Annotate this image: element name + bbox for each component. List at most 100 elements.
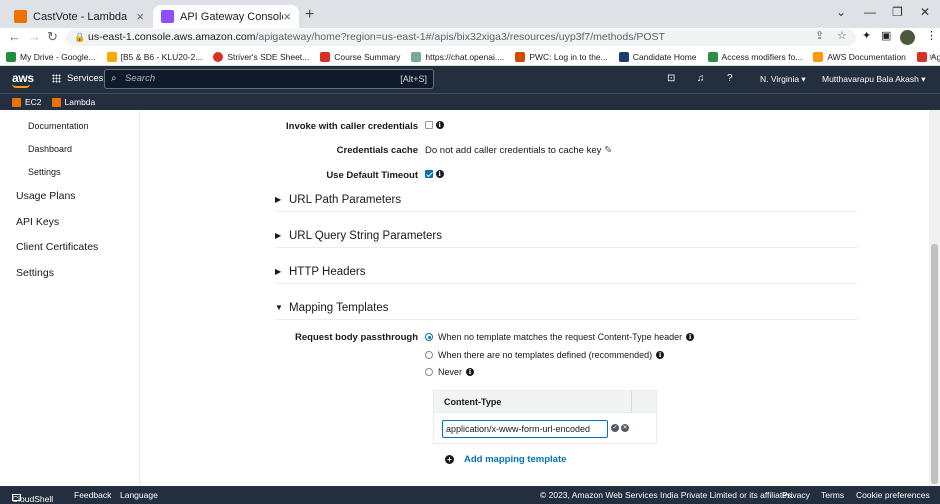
info-icon[interactable]: i bbox=[656, 351, 665, 359]
invoke-credentials-checkbox[interactable] bbox=[425, 121, 433, 130]
bookmark-item[interactable]: Course Summary bbox=[320, 51, 400, 62]
feedback-link[interactable]: Feedback bbox=[74, 490, 111, 500]
console-search-input[interactable]: ⌕ Search [Alt+S] bbox=[104, 69, 434, 89]
bookmark-item[interactable]: PWC: Log in to the... bbox=[515, 51, 608, 62]
redhat-icon bbox=[320, 51, 331, 62]
sidebar-item-settings[interactable]: Settings bbox=[28, 167, 61, 177]
caret-right-icon: ▶ bbox=[275, 195, 282, 204]
edit-pencil-icon[interactable]: ✎ bbox=[604, 145, 612, 156]
radio-unselected[interactable] bbox=[425, 351, 433, 359]
confirm-check-icon[interactable]: ✓ bbox=[611, 424, 619, 432]
favorite-lambda[interactable]: Lambda bbox=[51, 97, 95, 107]
reload-icon[interactable]: ↻ bbox=[47, 29, 58, 45]
column-divider bbox=[631, 391, 632, 413]
sidebar-item-settings-main[interactable]: Settings bbox=[16, 267, 54, 279]
default-timeout-checkbox[interactable] bbox=[425, 170, 433, 179]
content-type-header: Content-Type bbox=[434, 391, 656, 413]
pwc-icon bbox=[515, 51, 526, 62]
url-host: us-east-1.console.aws.amazon.com bbox=[88, 31, 256, 43]
aws-console-header: aws Services ⌕ Search [Alt+S] ⊡ ♫ ? N. V… bbox=[0, 66, 940, 93]
method-request-panel: Invoke with caller credentials i Credent… bbox=[141, 110, 929, 486]
cookie-preferences-link[interactable]: Cookie preferences bbox=[856, 490, 930, 500]
account-menu[interactable]: Mutthavarapu Bala Akash ▾ bbox=[822, 74, 926, 85]
close-window-icon[interactable]: ✕ bbox=[920, 5, 930, 19]
sidebar-item-dashboard[interactable]: Dashboard bbox=[28, 144, 72, 154]
minimize-icon[interactable]: — bbox=[864, 5, 876, 19]
terms-link[interactable]: Terms bbox=[821, 490, 844, 500]
copyright-text: © 2023, Amazon Web Services India Privat… bbox=[540, 490, 794, 500]
browser-menu-icon[interactable]: ⋮ bbox=[926, 29, 937, 42]
region-selector[interactable]: N. Virginia ▾ bbox=[760, 74, 806, 85]
page-scrollbar[interactable] bbox=[929, 110, 940, 486]
tab-search-icon[interactable]: ⌄ bbox=[836, 5, 846, 19]
scrollbar-thumb[interactable] bbox=[931, 244, 938, 484]
favorite-ec2[interactable]: EC2 bbox=[12, 97, 42, 107]
invoke-credentials-label: Invoke with caller credentials bbox=[286, 121, 418, 132]
bookmark-item[interactable]: [B5 & B6 - KLU20-2... bbox=[106, 51, 202, 62]
tab-close-icon[interactable]: × bbox=[283, 9, 291, 24]
info-icon[interactable]: i bbox=[435, 170, 444, 179]
default-timeout-label: Use Default Timeout bbox=[326, 170, 418, 181]
language-selector[interactable]: Language bbox=[120, 490, 158, 500]
section-http-headers[interactable]: ▶ HTTP Headers bbox=[275, 260, 857, 284]
sidepanel-icon[interactable]: ▣ bbox=[881, 29, 891, 42]
plus-circle-icon: + bbox=[445, 455, 454, 464]
cancel-x-icon[interactable]: ✕ bbox=[621, 424, 629, 432]
credentials-cache-value: Do not add caller credentials to cache k… bbox=[425, 145, 602, 157]
services-menu-button[interactable]: Services bbox=[52, 73, 103, 84]
lambda-icon bbox=[51, 97, 61, 107]
info-icon[interactable]: i bbox=[686, 333, 695, 341]
cloudshell-icon[interactable]: ⊡ bbox=[667, 73, 675, 84]
info-icon[interactable]: i bbox=[466, 368, 475, 376]
bookmark-item[interactable]: Access modifiers fo... bbox=[707, 51, 802, 62]
invoke-credentials-checkbox-wrap: i bbox=[425, 120, 444, 131]
tab-close-icon[interactable]: × bbox=[136, 9, 144, 24]
info-icon[interactable]: i bbox=[435, 121, 444, 130]
new-tab-button[interactable]: + bbox=[305, 6, 314, 24]
section-mapping-templates[interactable]: ▼ Mapping Templates bbox=[275, 296, 857, 320]
bookmark-item[interactable]: My Drive - Google... bbox=[6, 51, 96, 62]
url-input[interactable]: 🔒 us-east-1.console.aws.amazon.com/apiga… bbox=[66, 29, 856, 46]
lambda-favicon-icon bbox=[14, 10, 27, 23]
share-icon[interactable]: ⇪ bbox=[815, 29, 824, 42]
help-icon[interactable]: ? bbox=[727, 73, 733, 84]
sidebar-item-client-certificates[interactable]: Client Certificates bbox=[16, 241, 98, 253]
content-type-input[interactable]: application/x-www-form-url-encoded bbox=[442, 420, 608, 438]
bookmark-item[interactable]: AWS Documentation bbox=[813, 51, 906, 62]
add-mapping-template-button[interactable]: + Add mapping template bbox=[445, 454, 566, 465]
passthrough-option-no-templates[interactable]: When there are no templates defined (rec… bbox=[425, 350, 665, 360]
passthrough-option-never[interactable]: Never i bbox=[425, 367, 475, 377]
aws-logo[interactable]: aws bbox=[12, 71, 34, 88]
tab-title: CastVote - Lambda bbox=[33, 10, 128, 23]
passthrough-label: Request body passthrough bbox=[295, 332, 418, 343]
sidebar-item-api-keys[interactable]: API Keys bbox=[16, 216, 59, 228]
bookmarks-more-icon[interactable]: » bbox=[929, 51, 934, 61]
ec2-icon bbox=[12, 97, 21, 107]
sidebar-item-documentation[interactable]: Documentation bbox=[28, 121, 89, 131]
search-shortcut: [Alt+S] bbox=[400, 74, 427, 84]
sidebar-item-usage-plans[interactable]: Usage Plans bbox=[16, 190, 76, 202]
aws-smile-icon bbox=[12, 84, 30, 88]
star-icon[interactable]: ☆ bbox=[837, 29, 847, 42]
bookmark-item[interactable]: Candidate Home bbox=[618, 51, 697, 62]
bookmark-item[interactable]: https://chat.openai.... bbox=[411, 51, 504, 62]
notifications-bell-icon[interactable]: ♫ bbox=[697, 73, 705, 84]
gfg-icon bbox=[707, 51, 718, 62]
passthrough-option-when-no-match[interactable]: When no template matches the request Con… bbox=[425, 332, 695, 342]
console-footer: CloudShell Feedback Language © 2023, Ama… bbox=[0, 486, 940, 504]
openai-icon bbox=[411, 51, 422, 62]
privacy-link[interactable]: Privacy bbox=[782, 490, 810, 500]
radio-selected[interactable] bbox=[425, 333, 433, 341]
extensions-icon[interactable]: ✦ bbox=[862, 29, 871, 42]
section-url-query-string-parameters[interactable]: ▶ URL Query String Parameters bbox=[275, 224, 857, 248]
maximize-icon[interactable]: ❐ bbox=[892, 5, 903, 19]
bookmark-item[interactable]: Striver's SDE Sheet... bbox=[213, 51, 309, 62]
back-icon[interactable]: ← bbox=[8, 29, 21, 44]
forward-icon[interactable]: → bbox=[28, 29, 41, 44]
profile-avatar[interactable] bbox=[900, 30, 915, 45]
grid-icon bbox=[52, 74, 61, 83]
tab-api-gateway-console[interactable]: API Gateway Console × bbox=[153, 5, 299, 28]
radio-unselected[interactable] bbox=[425, 368, 433, 376]
section-url-path-parameters[interactable]: ▶ URL Path Parameters bbox=[275, 188, 857, 212]
tab-castvote-lambda[interactable]: CastVote - Lambda × bbox=[6, 5, 152, 28]
